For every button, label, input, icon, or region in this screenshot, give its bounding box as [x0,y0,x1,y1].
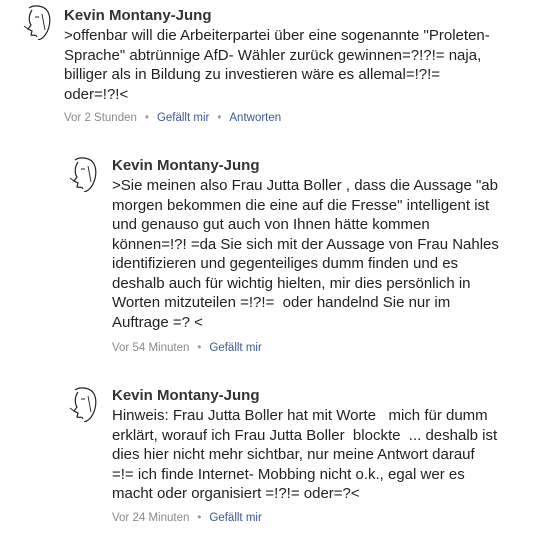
comment-timestamp: Vor 54 Minuten [112,342,190,354]
like-link[interactable]: Gefällt mir [209,512,261,524]
comment-text-line: Worten mitzuteilen =!?!= oder handelnd S… [112,294,451,311]
comment-text-line: >Sie meinen also Frau Jutta Boller , das… [112,177,498,194]
separator-dot: • [144,112,149,124]
comment-author[interactable]: Kevin Montany-Jung [112,157,260,175]
avatar[interactable] [66,386,102,422]
avatar[interactable] [66,156,102,192]
sketch-profile-face-icon [23,5,51,40]
comment-text-line: identifizieren und gegenteiliges dumm fi… [112,255,459,272]
avatar[interactable] [20,4,56,40]
comment-text-line: =!= ich finde Internet- Mobbing nicht o.… [112,465,465,483]
comment-meta: Vor 24 Minuten • Gefällt mir [112,511,262,525]
comment-text-line: deshalb auch für wichtig hielten, mir di… [112,274,471,292]
comment-author[interactable]: Kevin Montany-Jung [64,7,212,25]
comment-text-line: dies hier nicht mehr sichtbar, nur meine… [112,446,475,463]
comment-text-line: Hinweis: Frau Jutta Boller hat mit Worte… [112,407,488,424]
comment-text-line: und genauso gut auch von Ihnen hätte kom… [112,216,430,233]
separator-dot: • [197,512,202,524]
comment-meta: Vor 54 Minuten • Gefällt mir [112,341,262,355]
comment-text-line: Sprache" abtrünnige AfD- Wähler zurück g… [64,46,482,64]
comment-text-line: >offenbar will die Arbeiterpartei über e… [64,27,490,44]
comment-text-line: morgen bekommen die eine auf die Fresse"… [112,196,490,214]
sketch-profile-face-icon [69,387,97,422]
comment-text: >offenbar will die Arbeiterpartei über e… [64,26,534,104]
comment-meta: Vor 2 Stunden • Gefällt mir • Antworten [64,111,281,125]
comment-text-line: macht oder organisiert =!?!= oder=?< [112,485,360,502]
reply-link[interactable]: Antworten [229,112,281,124]
comment-timestamp: Vor 2 Stunden [64,112,137,124]
comment-text-line: Auftrage =? < [112,313,203,331]
like-link[interactable]: Gefällt mir [209,342,261,354]
comment-text-line: oder=!?!< [64,85,129,103]
comment-text-line: können=!?! =da Sie sich mit der Aussage … [112,235,499,253]
comment-author[interactable]: Kevin Montany-Jung [112,387,260,405]
comment-timestamp: Vor 24 Minuten [112,512,190,524]
separator-dot: • [217,112,222,124]
comment-text-line: erklärt, worauf ich Frau Jutta Boller bl… [112,426,498,444]
comment-text-line: billiger als in Bildung zu investieren w… [64,66,441,83]
separator-dot: • [197,342,202,354]
comment-text: >Sie meinen also Frau Jutta Boller , das… [112,176,532,332]
sketch-profile-face-icon [69,157,97,192]
comment-text: Hinweis: Frau Jutta Boller hat mit Worte… [112,406,532,504]
like-link[interactable]: Gefällt mir [157,112,209,124]
